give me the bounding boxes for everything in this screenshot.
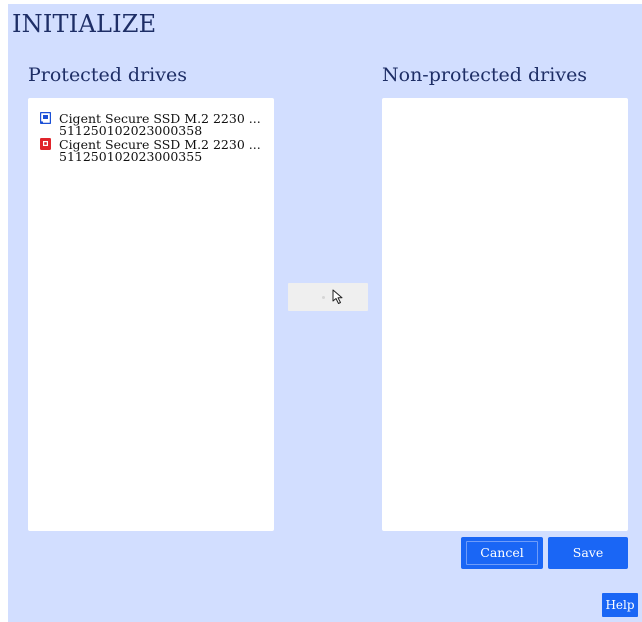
window-title: INITIALIZE — [12, 10, 157, 38]
protected-drives-heading: Protected drives — [28, 64, 187, 86]
drive-serial: 511250102023000358 — [59, 123, 203, 138]
save-button[interactable]: Save — [548, 537, 628, 569]
initialize-window: INITIALIZE Protected drives Non-protecte… — [8, 4, 642, 622]
drive-serial: 511250102023000355 — [59, 149, 203, 164]
cancel-button[interactable]: Cancel — [461, 537, 543, 569]
button-indicator — [322, 296, 325, 299]
mouse-pointer-icon — [332, 289, 343, 304]
non-protected-drives-heading: Non-protected drives — [382, 64, 588, 86]
cancel-button-label: Cancel — [480, 545, 524, 560]
non-protected-drives-list[interactable] — [382, 98, 628, 531]
help-button-label: Help — [605, 598, 635, 612]
move-drive-button[interactable] — [288, 283, 368, 311]
help-button[interactable]: Help — [602, 593, 638, 617]
save-button-label: Save — [572, 545, 604, 560]
drive-locked-icon — [40, 138, 51, 150]
protected-drives-list[interactable]: Cigent Secure SSD M.2 2230 ... 511250102… — [28, 98, 274, 531]
drive-unlocked-icon — [40, 112, 51, 124]
